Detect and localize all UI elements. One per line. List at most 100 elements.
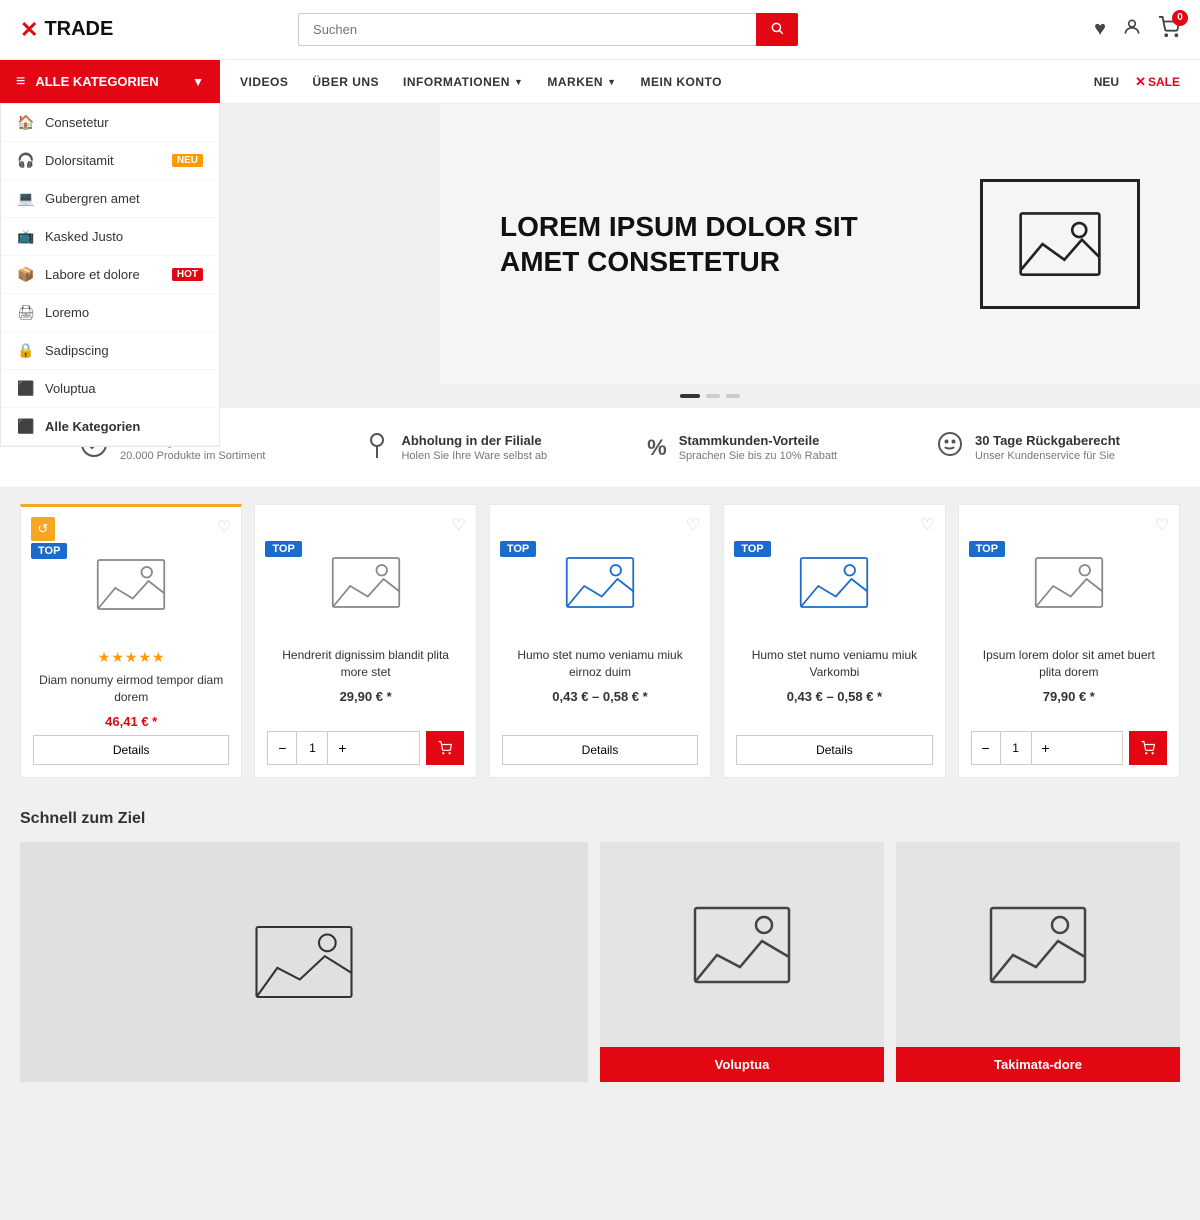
- product-name: Humo stet numo veniamu miuk eirnoz duim: [502, 647, 698, 683]
- product-actions: Details: [33, 735, 229, 765]
- feature-text: 30 Tage Rückgaberecht Unser Kundenservic…: [975, 433, 1120, 462]
- dot-active[interactable]: [680, 394, 700, 398]
- hero-title: LOREM IPSUM DOLOR SIT AMET CONSETETUR: [500, 209, 900, 279]
- search-button[interactable]: [756, 13, 798, 46]
- wishlist-icon[interactable]: ♡: [1155, 515, 1169, 535]
- quantity-control: − +: [971, 731, 1123, 765]
- nav-informationen[interactable]: INFORMATIONEN ▼: [403, 75, 523, 89]
- chevron-down-icon: ▼: [192, 75, 204, 89]
- product-card-1: ↺ ♡ TOP ★ ★ ★ ★ ★ Diam nonumy: [20, 504, 242, 778]
- wishlist-icon[interactable]: ♡: [217, 517, 231, 537]
- qty-decrease[interactable]: −: [268, 732, 296, 764]
- wishlist-icon[interactable]: ♡: [451, 515, 465, 535]
- add-to-cart-button[interactable]: [426, 731, 464, 765]
- logo-text: TRADE: [44, 18, 113, 41]
- details-button[interactable]: Details: [502, 735, 698, 765]
- square-icon: ⬛: [17, 380, 35, 397]
- details-button[interactable]: Details: [736, 735, 932, 765]
- star-5: ★: [152, 649, 165, 666]
- sidebar-item-alle-kategorien[interactable]: ⬛ Alle Kategorien: [1, 408, 219, 446]
- smiley-icon: [937, 431, 963, 464]
- neu-badge: NEU: [172, 154, 203, 167]
- sidebar-item-kasked[interactable]: 📺 Kasked Justo: [1, 218, 219, 256]
- category-icon: 🏠: [17, 114, 35, 131]
- top-badge: TOP: [31, 543, 67, 559]
- sidebar-item-voluptua[interactable]: ⬛ Voluptua: [1, 370, 219, 408]
- quick-section: Schnell zum Ziel: [0, 794, 1200, 1082]
- product-actions: − +: [971, 731, 1167, 765]
- sidebar-item-gubergren[interactable]: 💻 Gubergren amet: [1, 180, 219, 218]
- sidebar-item-label: Voluptua: [45, 381, 96, 396]
- products-section: ↺ ♡ TOP ★ ★ ★ ★ ★ Diam nonumy: [0, 488, 1200, 794]
- sidebar-item-labore[interactable]: 📦 Labore et dolore HOT: [1, 256, 219, 294]
- sidebar-item-label: Consetetur: [45, 115, 109, 130]
- pin-icon: [365, 430, 389, 465]
- star-1: ★: [98, 649, 111, 666]
- right-content: LOREM IPSUM DOLOR SIT AMET CONSETETUR: [220, 104, 1200, 408]
- star-4: ★: [138, 649, 151, 666]
- laptop-icon: 💻: [17, 190, 35, 207]
- feature-text: Abholung in der Filiale Holen Sie Ihre W…: [401, 433, 547, 462]
- qty-input[interactable]: [1000, 732, 1032, 764]
- qty-increase[interactable]: +: [328, 732, 356, 764]
- details-button[interactable]: Details: [33, 735, 229, 765]
- nav-uber-uns[interactable]: ÜBER UNS: [312, 75, 379, 89]
- hot-badge: HOT: [172, 268, 203, 281]
- feature-title: 30 Tage Rückgaberecht: [975, 433, 1120, 448]
- star-2: ★: [111, 649, 124, 666]
- dot-3[interactable]: [726, 394, 740, 398]
- nav-right: NEU ✕ SALE: [1094, 74, 1200, 90]
- nav-bar: ≡ ALLE KATEGORIEN ▼ VIDEOS ÜBER UNS INFO…: [0, 60, 1200, 104]
- add-to-cart-button[interactable]: [1129, 731, 1167, 765]
- search-input[interactable]: [298, 13, 756, 46]
- wishlist-icon[interactable]: ♥: [1094, 18, 1106, 41]
- wishlist-icon[interactable]: ♡: [920, 515, 934, 535]
- header-icons: ♥ 0: [1094, 16, 1180, 44]
- sidebar-item-label: Loremo: [45, 305, 89, 320]
- qty-decrease[interactable]: −: [972, 732, 1000, 764]
- qty-increase[interactable]: +: [1032, 732, 1060, 764]
- sidebar-item-label: Kasked Justo: [45, 229, 123, 244]
- product-name: Hendrerit dignissim blandit plita more s…: [267, 647, 463, 683]
- quick-card-takimata[interactable]: Takimata-dore: [896, 842, 1180, 1082]
- product-card-3: ♡ TOP Humo stet numo veniamu miuk eirnoz…: [489, 504, 711, 778]
- account-icon[interactable]: [1122, 17, 1142, 43]
- sidebar-item-dolorsitamit[interactable]: 🎧 Dolorsitamit NEU: [1, 142, 219, 180]
- logo-icon: ✕: [20, 17, 38, 43]
- top-badge: TOP: [734, 541, 770, 557]
- product-actions: − +: [267, 731, 463, 765]
- nav-videos[interactable]: VIDEOS: [240, 75, 288, 89]
- nav-marken[interactable]: MARKEN ▼: [547, 75, 616, 89]
- carousel-dots: [220, 384, 1200, 408]
- headphone-icon: 🎧: [17, 152, 35, 169]
- sidebar-item-consetetur[interactable]: 🏠 Consetetur: [1, 104, 219, 142]
- hamburger-icon: ≡: [16, 73, 25, 91]
- quick-grid: Voluptua Takimata-dore: [20, 842, 1180, 1082]
- main-container: 🏠 Consetetur 🎧 Dolorsitamit NEU 💻 Guberg…: [0, 104, 1200, 408]
- quick-card-large[interactable]: [20, 842, 588, 1082]
- nav-links: VIDEOS ÜBER UNS INFORMATIONEN ▼ MARKEN ▼…: [220, 60, 742, 103]
- feature-desc: Unser Kundenservice für Sie: [975, 450, 1120, 462]
- product-name: Diam nonumy eirmod tempor diam dorem: [33, 672, 229, 708]
- nav-neu[interactable]: NEU: [1094, 75, 1119, 89]
- product-actions: Details: [502, 735, 698, 765]
- sidebar-item-sadipscing[interactable]: 🔒 Sadipscing: [1, 332, 219, 370]
- feature-title: Stammkunden-Vorteile: [679, 433, 837, 448]
- nav-sale[interactable]: ✕ SALE: [1135, 74, 1180, 90]
- wishlist-icon[interactable]: ♡: [686, 515, 700, 535]
- sidebar-item-loremo[interactable]: 🖨 Loremo: [1, 294, 219, 332]
- sidebar-item-label: Alle Kategorien: [45, 419, 140, 434]
- quick-card-voluptua[interactable]: Voluptua: [600, 842, 884, 1082]
- dot-2[interactable]: [706, 394, 720, 398]
- qty-input[interactable]: [296, 732, 328, 764]
- logo[interactable]: ✕ TRADE: [20, 17, 140, 43]
- sidebar-item-label: Dolorsitamit: [45, 153, 114, 168]
- nav-mein-konto[interactable]: MEIN KONTO: [640, 75, 721, 89]
- all-categories-button[interactable]: ≡ ALLE KATEGORIEN ▼: [0, 60, 220, 103]
- cart-icon[interactable]: 0: [1158, 16, 1180, 44]
- product-card-4: ♡ TOP Humo stet numo veniamu miuk Varkom…: [723, 504, 945, 778]
- product-price: 79,90 € *: [971, 689, 1167, 704]
- product-name: Ipsum lorem dolor sit amet buert plita d…: [971, 647, 1167, 683]
- product-card-5: ♡ TOP Ipsum lorem dolor sit amet buert p…: [958, 504, 1180, 778]
- product-name: Humo stet numo veniamu miuk Varkombi: [736, 647, 932, 683]
